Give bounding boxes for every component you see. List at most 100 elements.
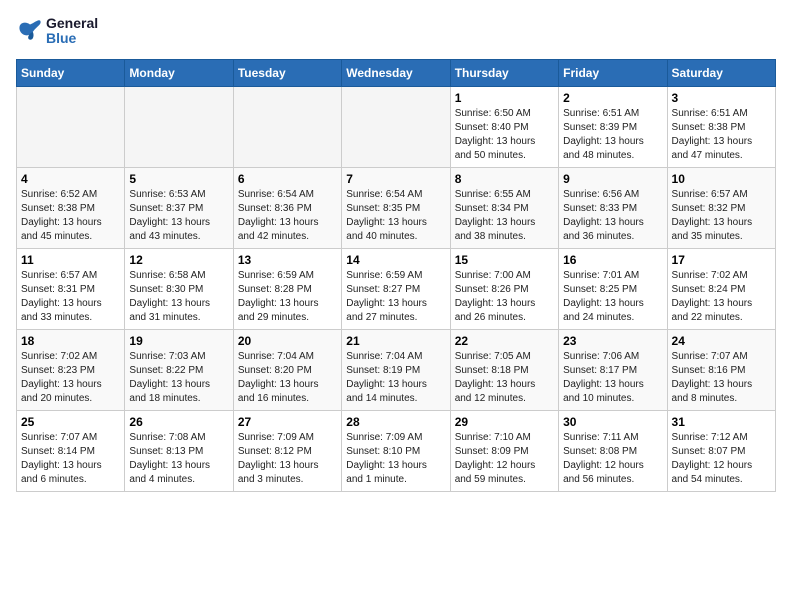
- day-detail: Sunrise: 7:11 AM Sunset: 8:08 PM Dayligh…: [563, 431, 662, 487]
- calendar-cell: 27 Sunrise: 7:09 AM Sunset: 8:12 PM Dayli…: [233, 410, 341, 491]
- day-number: 27: [238, 415, 337, 429]
- calendar-cell: 25 Sunrise: 7:07 AM Sunset: 8:14 PM Dayli…: [17, 410, 125, 491]
- day-number: 12: [129, 253, 228, 267]
- day-number: 17: [672, 253, 771, 267]
- day-number: 23: [563, 334, 662, 348]
- calendar-cell: 6 Sunrise: 6:54 AM Sunset: 8:36 PM Daylig…: [233, 167, 341, 248]
- day-number: 16: [563, 253, 662, 267]
- calendar-cell: 19Sunrise: 7:03 AM Sunset: 8:22 PM Dayli…: [125, 329, 233, 410]
- day-detail: Sunrise: 6:51 AM Sunset: 8:38 PM Dayligh…: [672, 107, 771, 163]
- calendar-week-row: 4Sunrise: 6:52 AM Sunset: 8:38 PM Daylig…: [17, 167, 776, 248]
- calendar-table: SundayMondayTuesdayWednesdayThursdayFrid…: [16, 59, 776, 492]
- logo-texts: General Blue: [46, 16, 98, 47]
- day-number: 13: [238, 253, 337, 267]
- calendar-cell: 28 Sunrise: 7:09 AM Sunset: 8:10 PM Dayli…: [342, 410, 450, 491]
- calendar-cell: 2 Sunrise: 6:51 AM Sunset: 8:39 PM Daylig…: [559, 86, 667, 167]
- day-detail: Sunrise: 7:00 AM Sunset: 8:26 PM Dayligh…: [455, 269, 554, 325]
- day-detail: Sunrise: 6:53 AM Sunset: 8:37 PM Dayligh…: [129, 188, 228, 244]
- day-number: 5: [129, 172, 228, 186]
- day-detail: Sunrise: 7:09 AM Sunset: 8:12 PM Dayligh…: [238, 431, 337, 487]
- day-detail: Sunrise: 7:04 AM Sunset: 8:19 PM Dayligh…: [346, 350, 445, 406]
- day-number: 25: [21, 415, 120, 429]
- calendar-cell: 7Sunrise: 6:54 AM Sunset: 8:35 PM Daylig…: [342, 167, 450, 248]
- day-number: 31: [672, 415, 771, 429]
- calendar-cell: 22 Sunrise: 7:05 AM Sunset: 8:18 PM Dayli…: [450, 329, 558, 410]
- calendar-cell: 5 Sunrise: 6:53 AM Sunset: 8:37 PM Daylig…: [125, 167, 233, 248]
- calendar-cell: 12 Sunrise: 6:58 AM Sunset: 8:30 PM Dayli…: [125, 248, 233, 329]
- day-of-week-header: Wednesday: [342, 59, 450, 86]
- calendar-cell: 8Sunrise: 6:55 AM Sunset: 8:34 PM Daylig…: [450, 167, 558, 248]
- calendar-cell: 18 Sunrise: 7:02 AM Sunset: 8:23 PM Dayli…: [17, 329, 125, 410]
- calendar-cell: 29Sunrise: 7:10 AM Sunset: 8:09 PM Dayli…: [450, 410, 558, 491]
- day-number: 7: [346, 172, 445, 186]
- day-detail: Sunrise: 7:06 AM Sunset: 8:17 PM Dayligh…: [563, 350, 662, 406]
- day-number: 3: [672, 91, 771, 105]
- calendar-cell: 16 Sunrise: 7:01 AM Sunset: 8:25 PM Dayli…: [559, 248, 667, 329]
- day-number: 28: [346, 415, 445, 429]
- day-number: 8: [455, 172, 554, 186]
- logo-general: General: [46, 16, 98, 31]
- day-of-week-header: Monday: [125, 59, 233, 86]
- day-of-week-header: Thursday: [450, 59, 558, 86]
- calendar-week-row: 25 Sunrise: 7:07 AM Sunset: 8:14 PM Dayli…: [17, 410, 776, 491]
- day-number: 22: [455, 334, 554, 348]
- calendar-cell: 4Sunrise: 6:52 AM Sunset: 8:38 PM Daylig…: [17, 167, 125, 248]
- day-detail: Sunrise: 7:03 AM Sunset: 8:22 PM Dayligh…: [129, 350, 228, 406]
- day-detail: Sunrise: 7:02 AM Sunset: 8:23 PM Dayligh…: [21, 350, 120, 406]
- calendar-cell: 10 Sunrise: 6:57 AM Sunset: 8:32 PM Dayli…: [667, 167, 775, 248]
- calendar-cell: [342, 86, 450, 167]
- day-of-week-header: Sunday: [17, 59, 125, 86]
- day-detail: Sunrise: 6:51 AM Sunset: 8:39 PM Dayligh…: [563, 107, 662, 163]
- calendar-cell: 9 Sunrise: 6:56 AM Sunset: 8:33 PM Daylig…: [559, 167, 667, 248]
- calendar-week-row: 11 Sunrise: 6:57 AM Sunset: 8:31 PM Dayli…: [17, 248, 776, 329]
- day-detail: Sunrise: 7:09 AM Sunset: 8:10 PM Dayligh…: [346, 431, 445, 487]
- day-number: 18: [21, 334, 120, 348]
- calendar-header-row: SundayMondayTuesdayWednesdayThursdayFrid…: [17, 59, 776, 86]
- calendar-cell: 11 Sunrise: 6:57 AM Sunset: 8:31 PM Dayli…: [17, 248, 125, 329]
- day-detail: Sunrise: 7:12 AM Sunset: 8:07 PM Dayligh…: [672, 431, 771, 487]
- calendar-cell: 3 Sunrise: 6:51 AM Sunset: 8:38 PM Daylig…: [667, 86, 775, 167]
- day-detail: Sunrise: 6:57 AM Sunset: 8:32 PM Dayligh…: [672, 188, 771, 244]
- day-detail: Sunrise: 7:05 AM Sunset: 8:18 PM Dayligh…: [455, 350, 554, 406]
- calendar-week-row: 1Sunrise: 6:50 AM Sunset: 8:40 PM Daylig…: [17, 86, 776, 167]
- day-number: 30: [563, 415, 662, 429]
- day-detail: Sunrise: 7:08 AM Sunset: 8:13 PM Dayligh…: [129, 431, 228, 487]
- day-number: 4: [21, 172, 120, 186]
- day-detail: Sunrise: 6:59 AM Sunset: 8:28 PM Dayligh…: [238, 269, 337, 325]
- calendar-cell: 13 Sunrise: 6:59 AM Sunset: 8:28 PM Dayli…: [233, 248, 341, 329]
- calendar-week-row: 18 Sunrise: 7:02 AM Sunset: 8:23 PM Dayli…: [17, 329, 776, 410]
- calendar-cell: 14Sunrise: 6:59 AM Sunset: 8:27 PM Dayli…: [342, 248, 450, 329]
- day-detail: Sunrise: 7:02 AM Sunset: 8:24 PM Dayligh…: [672, 269, 771, 325]
- day-detail: Sunrise: 6:57 AM Sunset: 8:31 PM Dayligh…: [21, 269, 120, 325]
- day-of-week-header: Tuesday: [233, 59, 341, 86]
- day-number: 10: [672, 172, 771, 186]
- logo-bird-icon: [16, 17, 44, 45]
- day-number: 20: [238, 334, 337, 348]
- calendar-cell: 31 Sunrise: 7:12 AM Sunset: 8:07 PM Dayli…: [667, 410, 775, 491]
- calendar-cell: 24Sunrise: 7:07 AM Sunset: 8:16 PM Dayli…: [667, 329, 775, 410]
- day-number: 6: [238, 172, 337, 186]
- calendar-cell: [17, 86, 125, 167]
- day-detail: Sunrise: 7:07 AM Sunset: 8:14 PM Dayligh…: [21, 431, 120, 487]
- calendar-cell: 21Sunrise: 7:04 AM Sunset: 8:19 PM Dayli…: [342, 329, 450, 410]
- calendar-cell: 26 Sunrise: 7:08 AM Sunset: 8:13 PM Dayli…: [125, 410, 233, 491]
- day-number: 26: [129, 415, 228, 429]
- calendar-cell: [125, 86, 233, 167]
- day-of-week-header: Friday: [559, 59, 667, 86]
- calendar-cell: [233, 86, 341, 167]
- calendar-cell: 15 Sunrise: 7:00 AM Sunset: 8:26 PM Dayli…: [450, 248, 558, 329]
- day-of-week-header: Saturday: [667, 59, 775, 86]
- day-detail: Sunrise: 6:54 AM Sunset: 8:36 PM Dayligh…: [238, 188, 337, 244]
- calendar-cell: 23 Sunrise: 7:06 AM Sunset: 8:17 PM Dayli…: [559, 329, 667, 410]
- calendar-cell: 20Sunrise: 7:04 AM Sunset: 8:20 PM Dayli…: [233, 329, 341, 410]
- calendar-cell: 17 Sunrise: 7:02 AM Sunset: 8:24 PM Dayli…: [667, 248, 775, 329]
- day-number: 9: [563, 172, 662, 186]
- logo: General Blue: [16, 16, 98, 47]
- day-detail: Sunrise: 6:56 AM Sunset: 8:33 PM Dayligh…: [563, 188, 662, 244]
- day-number: 11: [21, 253, 120, 267]
- day-number: 29: [455, 415, 554, 429]
- day-detail: Sunrise: 7:01 AM Sunset: 8:25 PM Dayligh…: [563, 269, 662, 325]
- day-detail: Sunrise: 6:58 AM Sunset: 8:30 PM Dayligh…: [129, 269, 228, 325]
- day-number: 15: [455, 253, 554, 267]
- day-number: 2: [563, 91, 662, 105]
